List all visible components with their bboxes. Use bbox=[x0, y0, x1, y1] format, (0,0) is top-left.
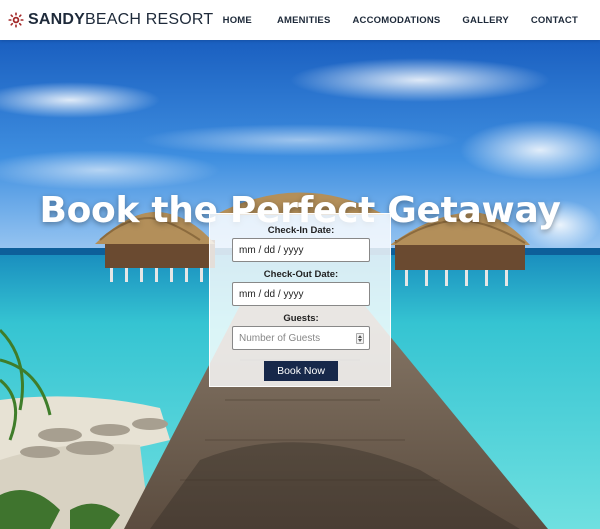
brand-logo[interactable]: SANDY BEACH RESORT bbox=[8, 11, 213, 29]
nav-accomodations[interactable]: ACCOMODATIONS bbox=[353, 15, 441, 26]
main-nav: HOME AMENITIES ACCOMODATIONS GALLERY CON… bbox=[223, 0, 600, 40]
guests-input[interactable]: Number of Guests bbox=[232, 326, 370, 350]
checkin-label: Check-In Date: bbox=[267, 225, 335, 236]
booking-panel: Check-In Date: mm / dd / yyyy Check-Out … bbox=[209, 213, 391, 387]
book-now-button[interactable]: Book Now bbox=[264, 361, 338, 381]
checkin-date-input[interactable]: mm / dd / yyyy bbox=[232, 238, 370, 262]
sun-logo-icon bbox=[8, 12, 24, 28]
guests-label: Guests: bbox=[283, 313, 319, 324]
site-header: SANDY BEACH RESORT HOME AMENITIES ACCOMO… bbox=[0, 0, 600, 40]
nav-gallery[interactable]: GALLERY bbox=[462, 15, 508, 26]
brand-name-bold: SANDY bbox=[28, 11, 86, 28]
number-spinner-icon[interactable] bbox=[356, 333, 364, 344]
nav-contact[interactable]: CONTACT bbox=[531, 15, 578, 26]
brand-name-light: BEACH RESORT bbox=[85, 11, 214, 28]
guests-placeholder: Number of Guests bbox=[239, 332, 321, 344]
checkout-label: Check-Out Date: bbox=[263, 269, 339, 280]
nav-amenities[interactable]: AMENITIES bbox=[277, 15, 331, 26]
nav-home[interactable]: HOME bbox=[223, 15, 252, 26]
checkout-date-input[interactable]: mm / dd / yyyy bbox=[232, 282, 370, 306]
